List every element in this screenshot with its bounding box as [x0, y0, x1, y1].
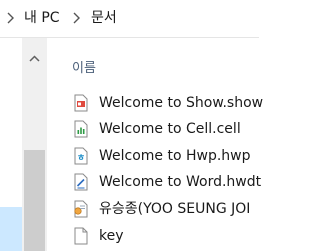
- nav-selected-item[interactable]: [0, 207, 22, 251]
- address-bar[interactable]: 내 PC 문서: [0, 0, 259, 37]
- nav-scrollbar[interactable]: [22, 38, 47, 251]
- certificate-file-icon: [74, 200, 88, 218]
- file-name: Welcome to Cell.cell: [99, 121, 241, 137]
- file-row[interactable]: Welcome to Cell.cell: [72, 118, 259, 140]
- blank-file-icon: [74, 227, 88, 245]
- hwp-file-icon: ㅎ: [74, 147, 88, 165]
- svg-text:ㅎ: ㅎ: [77, 154, 85, 164]
- breadcrumb-documents[interactable]: 문서: [91, 9, 117, 27]
- word-file-icon: [74, 173, 88, 191]
- chevron-right-icon[interactable]: [6, 11, 15, 25]
- cell-file-icon: [74, 120, 88, 138]
- scroll-up-arrow-icon[interactable]: [22, 50, 47, 68]
- column-header-name[interactable]: 이름: [72, 57, 96, 76]
- file-row[interactable]: ㅎ Welcome to Hwp.hwp: [72, 145, 259, 167]
- file-name: Welcome to Word.hwdt: [99, 174, 262, 190]
- file-name: Welcome to Hwp.hwp: [99, 148, 251, 164]
- file-name: Welcome to Show.show: [99, 95, 264, 111]
- file-name: key: [99, 228, 124, 244]
- file-name: 유승종(YOO SEUNG JOI: [99, 201, 251, 217]
- chevron-right-icon[interactable]: [72, 11, 81, 25]
- file-row[interactable]: Welcome to Show.show: [72, 92, 263, 114]
- breadcrumb-my-pc[interactable]: 내 PC: [24, 9, 60, 27]
- scrollbar-thumb[interactable]: [24, 150, 45, 251]
- file-row[interactable]: 유승종(YOO SEUNG JOI: [72, 198, 259, 220]
- file-row[interactable]: key: [72, 225, 259, 247]
- file-row[interactable]: Welcome to Word.hwdt: [72, 171, 262, 193]
- show-file-icon: [74, 94, 88, 112]
